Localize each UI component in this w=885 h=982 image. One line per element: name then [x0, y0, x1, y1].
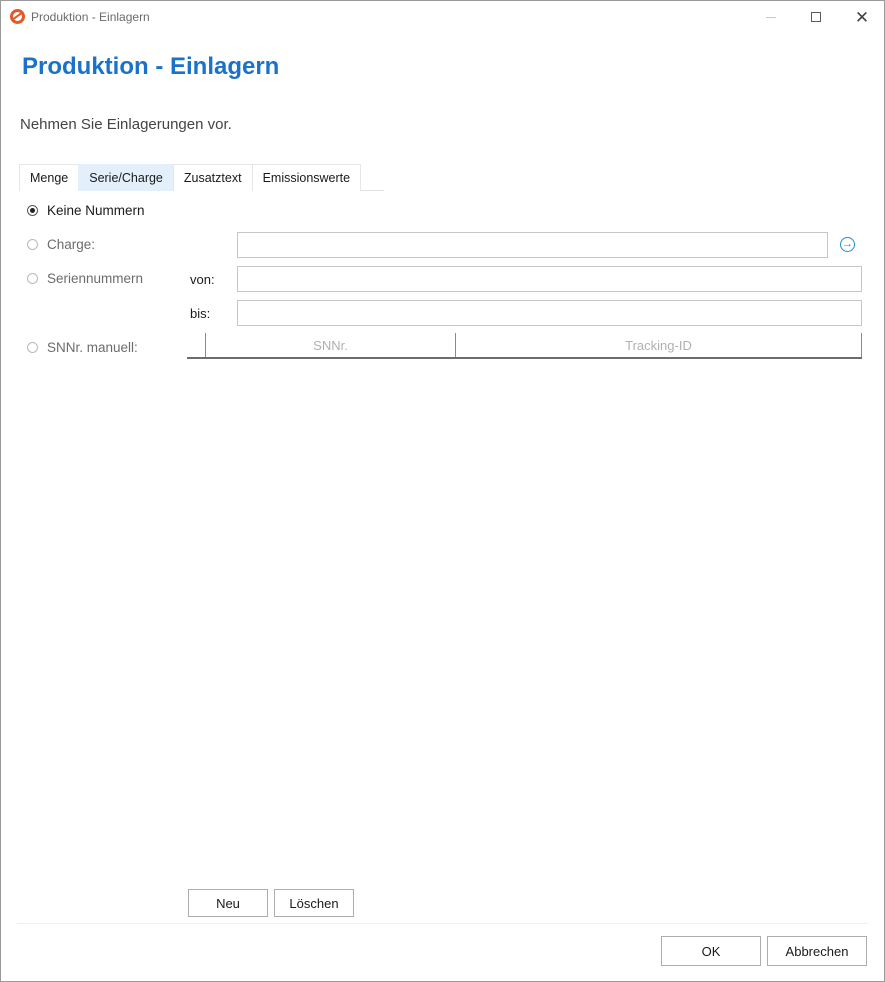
column-header-tracking-id[interactable]: Tracking-ID — [456, 333, 862, 357]
tab-bar: Menge Serie/Charge Zusatztext Emissionsw… — [19, 164, 384, 191]
minimize-icon — [766, 16, 776, 18]
option-charge[interactable]: Charge: — [27, 237, 95, 252]
dialog-window: Produktion - Einlagern ✕ Produktion - Ei… — [0, 0, 885, 982]
charge-input[interactable] — [237, 232, 828, 258]
option-snnr-manuell[interactable]: SNNr. manuell: — [27, 340, 138, 355]
column-header-snnr[interactable]: SNNr. — [206, 333, 456, 357]
ok-button[interactable]: OK — [661, 936, 761, 966]
tab-zusatztext[interactable]: Zusatztext — [172, 164, 253, 191]
maximize-button[interactable] — [793, 1, 839, 33]
minimize-button[interactable] — [748, 1, 794, 33]
von-input[interactable] — [237, 266, 862, 292]
delete-button[interactable]: Löschen — [274, 889, 354, 917]
tab-menge[interactable]: Menge — [19, 164, 80, 191]
close-icon: ✕ — [854, 7, 870, 27]
keine-nummern-label: Keine Nummern — [47, 203, 145, 218]
tab-serie-charge[interactable]: Serie/Charge — [78, 164, 174, 191]
bis-input[interactable] — [237, 300, 862, 326]
title-bar: Produktion - Einlagern ✕ — [1, 1, 884, 33]
seriennummern-label: Seriennummern — [47, 271, 144, 286]
window-title: Produktion - Einlagern — [31, 10, 150, 24]
charge-radio[interactable] — [27, 239, 38, 250]
app-logo-icon — [10, 9, 25, 24]
new-button[interactable]: Neu — [188, 889, 268, 917]
arrow-right-circle-icon[interactable]: → — [840, 237, 855, 252]
seriennummern-radio[interactable] — [27, 273, 38, 284]
tab-emissionswerte[interactable]: Emissionswerte — [251, 164, 362, 191]
option-keine-nummern[interactable]: Keine Nummern — [27, 203, 145, 218]
von-label: von: — [190, 272, 215, 287]
snnr-manuell-label: SNNr. manuell: — [47, 340, 138, 355]
grid-row-header — [187, 333, 206, 357]
snnr-grid-header: SNNr. Tracking-ID — [187, 333, 862, 359]
page-title: Produktion - Einlagern — [22, 53, 280, 80]
page-subtitle: Nehmen Sie Einlagerungen vor. — [20, 116, 232, 133]
close-button[interactable]: ✕ — [839, 1, 885, 33]
keine-nummern-radio[interactable] — [27, 205, 38, 216]
footer-divider — [17, 923, 868, 924]
maximize-icon — [811, 12, 821, 22]
charge-label: Charge: — [47, 237, 96, 252]
option-seriennummern[interactable]: Seriennummern — [27, 271, 143, 286]
bis-label: bis: — [190, 306, 211, 321]
cancel-button[interactable]: Abbrechen — [767, 936, 867, 966]
snnr-manuell-radio[interactable] — [27, 342, 38, 353]
